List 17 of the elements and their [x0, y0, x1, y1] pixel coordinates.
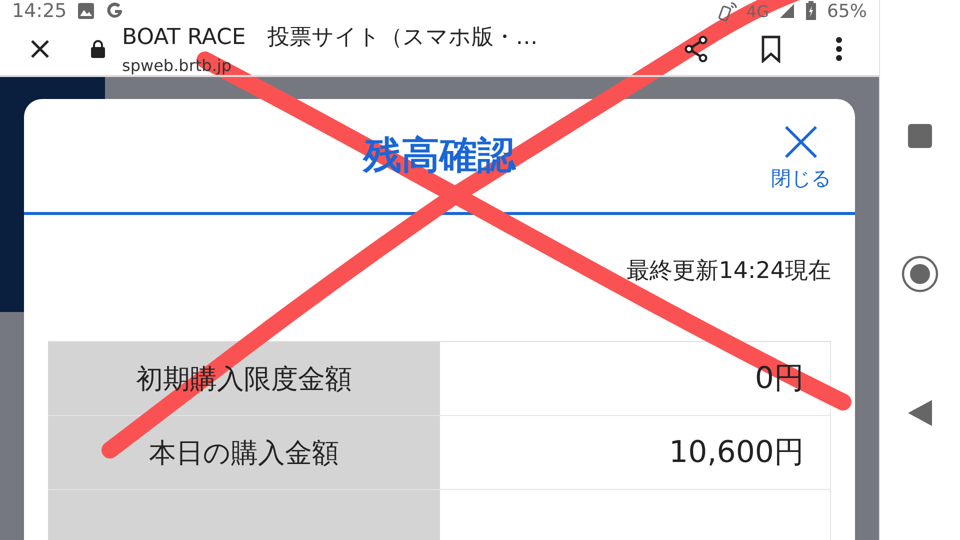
close-icon	[783, 125, 819, 159]
table-cell: 10,600円	[440, 416, 831, 489]
bookmark-icon[interactable]	[759, 34, 783, 62]
more-icon[interactable]	[835, 36, 843, 62]
status-time: 14:25	[12, 0, 67, 22]
back-icon[interactable]	[907, 399, 933, 427]
network-type: 4G	[746, 2, 769, 20]
last-updated: 最終更新14:24現在	[626, 257, 832, 286]
signal-icon	[778, 3, 795, 19]
lock-icon	[90, 38, 106, 58]
battery-percent: 65%	[826, 0, 867, 22]
page-title: BOAT RACE 投票サイト（スマホ版・…	[122, 24, 539, 52]
recents-icon[interactable]	[907, 123, 933, 149]
table-cell: 本日の購入金額	[48, 416, 440, 489]
close-button[interactable]: 閉じる	[771, 125, 831, 192]
home-icon[interactable]	[901, 255, 939, 293]
table-cell: 初期購入限度金額	[48, 342, 440, 415]
